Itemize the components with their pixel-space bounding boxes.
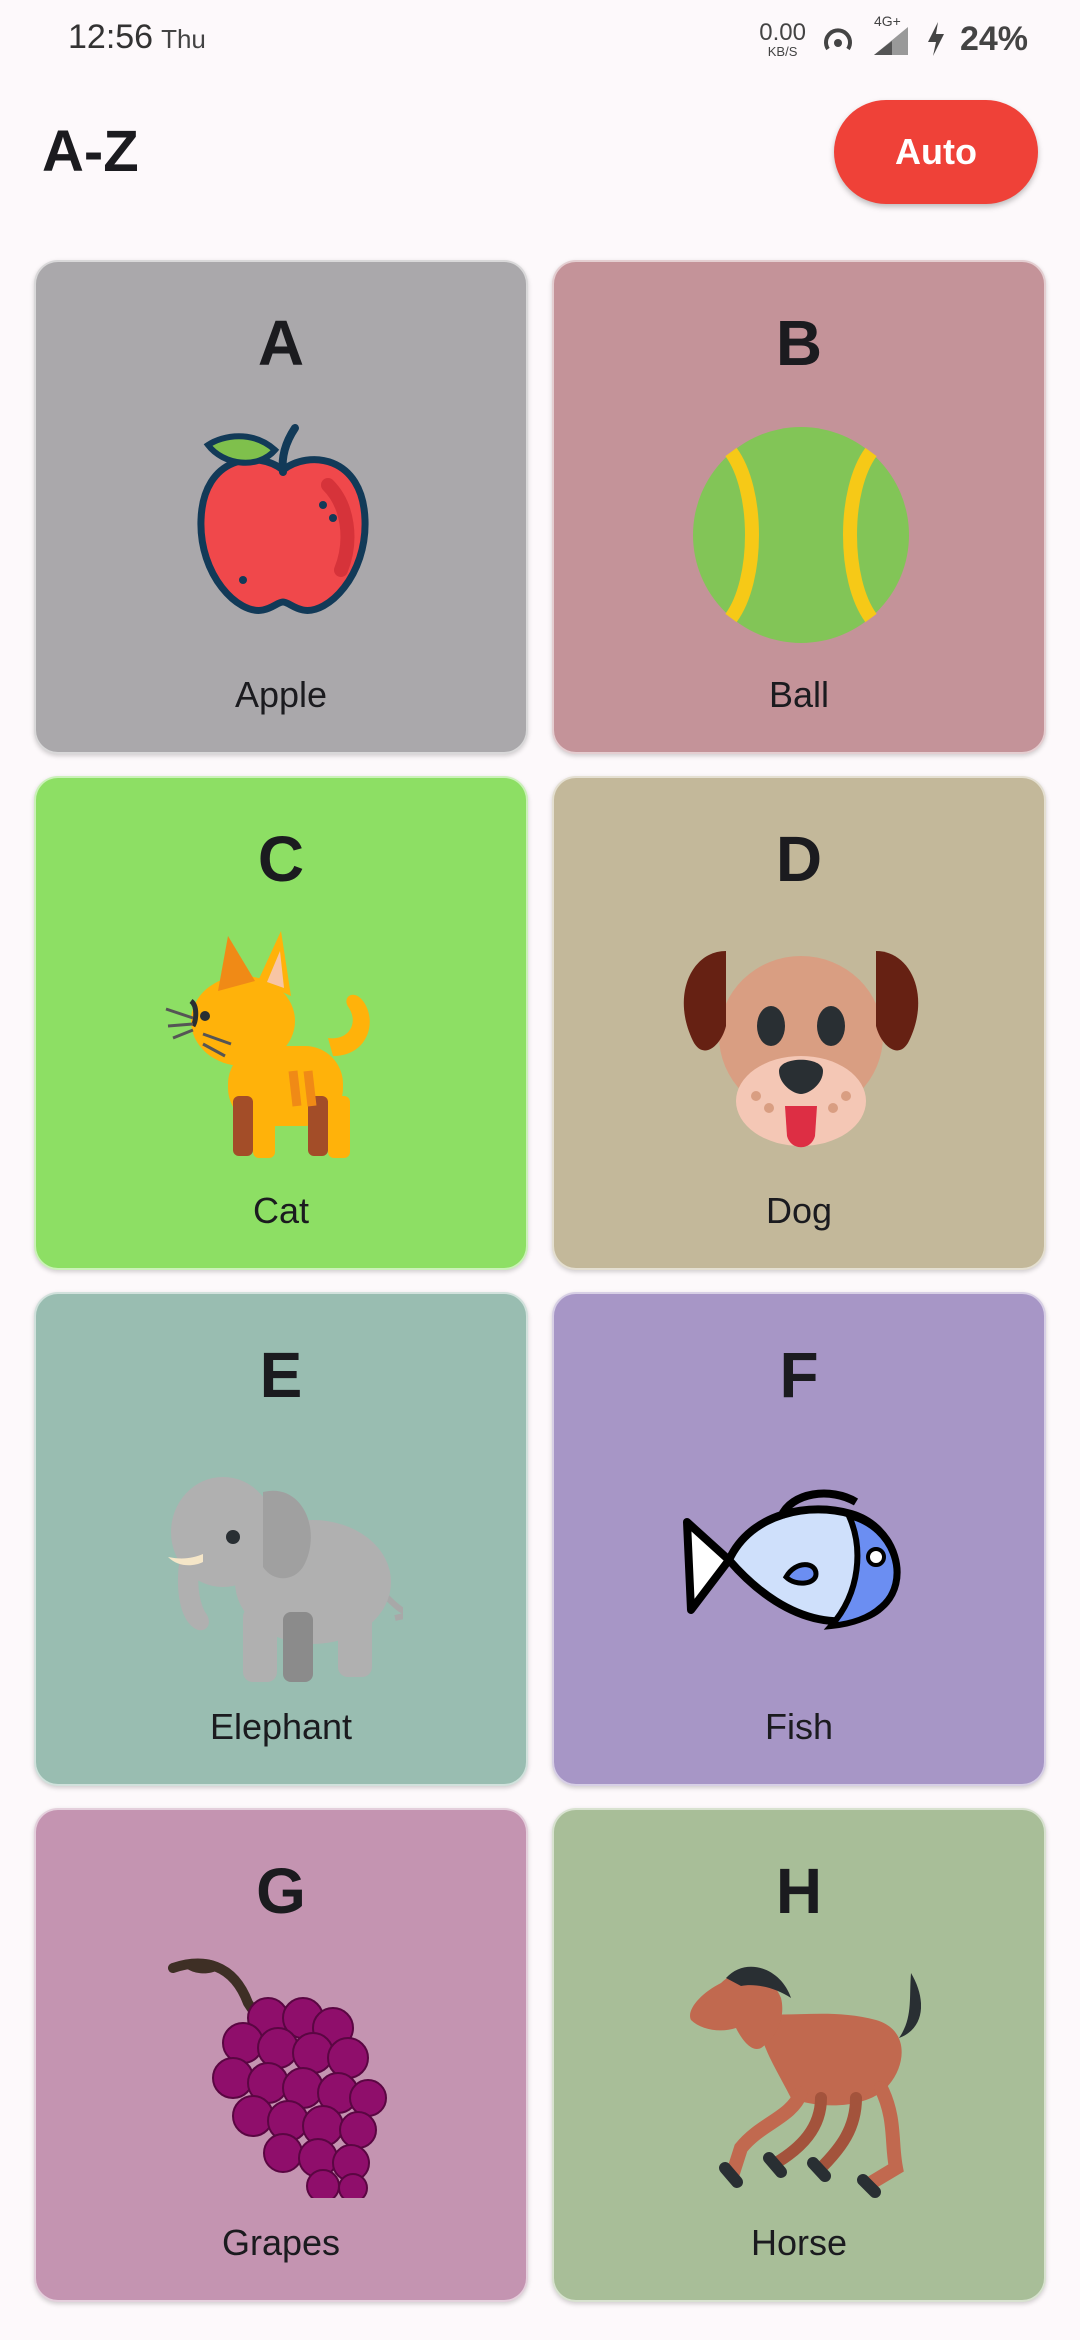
dog-icon (683, 951, 919, 1148)
card-letter: F (779, 1339, 819, 1411)
card-word: Apple (234, 674, 328, 715)
network-speed: 0.00 KB/S (759, 18, 806, 59)
letter-card-b[interactable]: B Ball (552, 260, 1046, 754)
page-title: A-Z (42, 119, 139, 184)
status-icons: 0.00 KB/S 4G+ 24% (759, 13, 1028, 64)
status-bar: 12:56 Thu 0.00 KB/S 4G+ 24% (0, 0, 1080, 80)
letter-card-a[interactable]: A Apple (34, 260, 528, 754)
auto-play-button[interactable]: Auto (834, 100, 1038, 204)
card-word: Horse (750, 2222, 848, 2263)
battery-percentage: 24% (959, 19, 1028, 58)
status-time-value: 12:56 (68, 18, 154, 56)
mobile-signal-icon: 4G+ (870, 13, 912, 59)
cat-icon (165, 931, 370, 1158)
network-speed-value: 0.00 (759, 18, 806, 46)
card-letter: B (775, 307, 823, 379)
card-letter: H (775, 1855, 823, 1927)
card-letter: E (259, 1339, 303, 1411)
letter-card-h[interactable]: H Horse (552, 1808, 1046, 2302)
apple-icon (197, 424, 369, 614)
network-speed-unit: KB/S (767, 43, 798, 59)
card-word: Elephant (209, 1706, 353, 1747)
charging-bolt-icon (924, 20, 948, 58)
card-word: Grapes (221, 2222, 341, 2263)
status-day: Thu (161, 24, 206, 54)
card-word: Ball (768, 674, 830, 715)
letter-card-d[interactable]: D Dog (552, 776, 1046, 1270)
fish-icon (683, 1489, 901, 1630)
status-time: 12:56 Thu (68, 18, 206, 57)
ball-icon (693, 427, 909, 643)
card-word: Fish (764, 1706, 833, 1747)
hotspot-icon (818, 19, 858, 59)
card-word: Dog (765, 1190, 833, 1231)
signal-type-label: 4G+ (873, 13, 901, 29)
card-word: Cat (252, 1190, 310, 1231)
letter-card-c[interactable]: C Cat (34, 776, 528, 1270)
letter-card-f[interactable]: F Fish (552, 1292, 1046, 1786)
card-letter: C (257, 823, 305, 895)
horse-icon (690, 1966, 921, 2198)
grapes-icon (168, 1958, 387, 2198)
card-letter: A (257, 307, 305, 379)
card-letter: G (256, 1855, 306, 1927)
elephant-icon (168, 1477, 403, 1682)
letter-card-g[interactable]: G Grapes (34, 1808, 528, 2302)
card-letter: D (775, 823, 823, 895)
letter-card-e[interactable]: E Elephant (34, 1292, 528, 1786)
